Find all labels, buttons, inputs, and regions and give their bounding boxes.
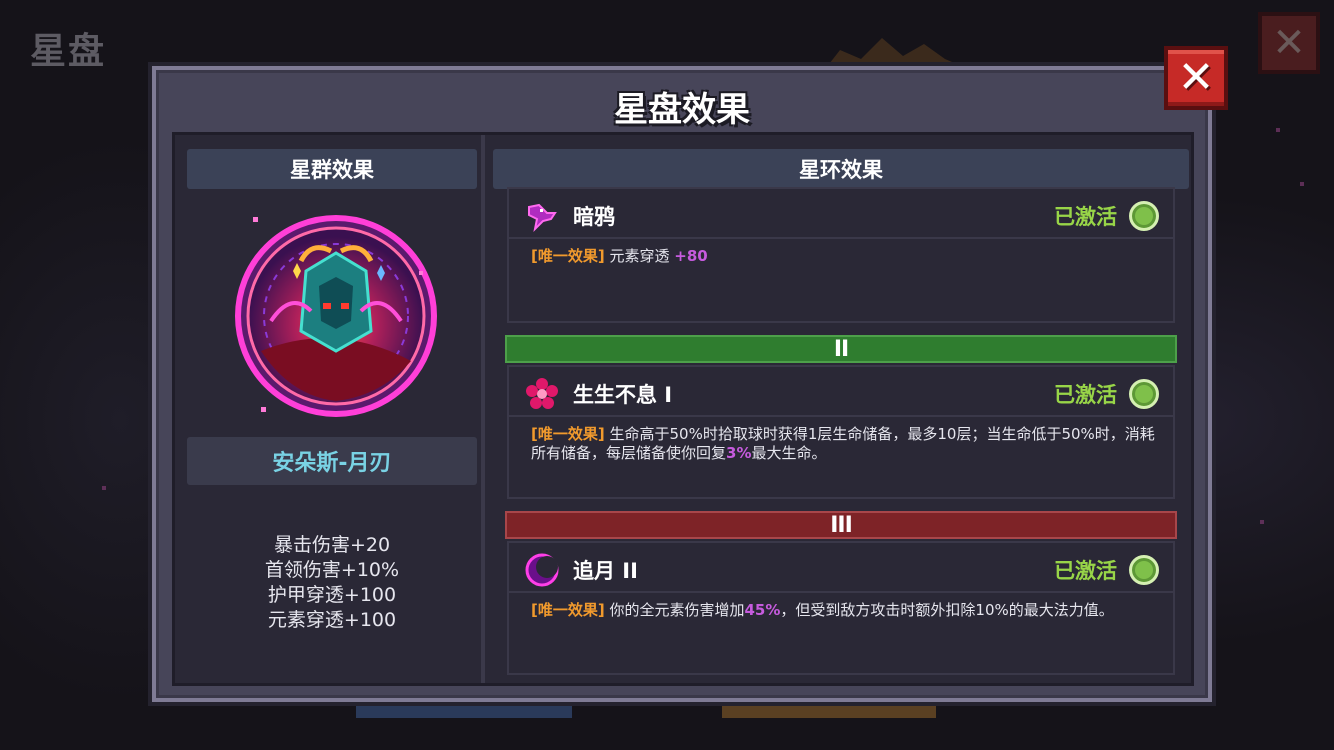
effect-description: [唯一效果] 你的全元素伤害增加45%，但受到敌方攻击时额外扣除10%的最大法力… [509,593,1173,620]
unique-effect-tag: [唯一效果] [531,601,605,619]
star-decoration [1300,182,1304,186]
constellation-emblem-icon [235,215,437,417]
effect-name: 追月 II [573,559,638,583]
divider [481,135,485,683]
card-header: 生生不息 I 已激活 [509,367,1173,417]
background-bar [356,704,572,718]
star-decoration [1276,128,1280,132]
background-close-button[interactable]: ✕ [1258,12,1320,74]
astrolabe-dialog: 星盘效果 星群效果 安朵斯-月刃 暴击伤害+20 首领伤害+10% 护甲穿透+1… [152,66,1212,702]
highlight-value: 3% [726,444,752,462]
ring-effect-header: 星环效果 [493,149,1189,189]
star-decoration [102,486,106,490]
effect-description: [唯一效果] 生命高于50%时拾取球时获得1层生命储备，最多10层；当生命低于5… [509,417,1173,463]
status-label: 已激活 [1054,559,1117,583]
stat-line: 暴击伤害+20 [273,534,391,556]
status-indicator-icon [1129,201,1159,231]
background-bar [722,704,936,718]
constellation-effect-header: 星群效果 [187,149,477,189]
raven-icon [528,203,557,233]
description-text: 你的全元素伤害增加 [604,601,745,619]
stat-line: 首领伤害+10% [264,559,400,581]
close-icon: ✕ [1177,52,1215,103]
dialog-body: 星群效果 安朵斯-月刃 暴击伤害+20 首领伤害+10% 护甲穿透+100 元素… [172,132,1194,686]
page-title: 星盘 [30,31,107,72]
effect-name: 暗鸦 [573,205,615,229]
stat-line: 护甲穿透+100 [267,584,397,606]
effect-description: [唯一效果] 元素穿透 +80 [509,239,1173,266]
constellation-stats: 暴击伤害+20 首领伤害+10% 护甲穿透+100 元素穿透+100 [187,533,477,633]
constellation-name: 安朵斯-月刃 [187,437,477,485]
flower-icon [526,378,558,409]
unique-effect-tag: [唯一效果] [531,247,605,265]
close-button[interactable]: ✕ [1164,46,1228,110]
highlight-value: +80 [674,247,708,265]
card-header: 暗鸦 已激活 [509,189,1173,239]
tier-divider-2: II [505,335,1177,363]
stat-line: 元素穿透+100 [267,609,397,631]
status-indicator-icon [1129,555,1159,585]
status-label: 已激活 [1054,205,1117,229]
tier-divider-3: III [505,511,1177,539]
dialog-title: 星盘效果 [614,90,750,130]
star-decoration [1260,520,1264,524]
status-label: 已激活 [1054,383,1117,407]
close-icon: ✕ [1272,20,1306,66]
status-indicator-icon [1129,379,1159,409]
crescent-moon-icon [525,553,559,587]
effect-card: 追月 II 已激活 [唯一效果] 你的全元素伤害增加45%，但受到敌方攻击时额外… [507,541,1175,675]
card-header: 追月 II 已激活 [509,543,1173,593]
description-text: 生命高于50%时拾取球时获得1层生命储备，最多10层；当生命低于50%时，消耗所… [531,425,1155,462]
effect-card: 生生不息 I 已激活 [唯一效果] 生命高于50%时拾取球时获得1层生命储备，最… [507,365,1175,499]
description-text: ，但受到敌方攻击时额外扣除10%的最大法力值。 [780,601,1114,619]
unique-effect-tag: [唯一效果] [531,425,605,443]
highlight-value: 45% [744,601,781,619]
description-text: 元素穿透 [604,247,675,265]
effect-card: 暗鸦 已激活 [唯一效果] 元素穿透 +80 [507,187,1175,323]
description-text: 最大生命。 [751,444,827,462]
effect-name: 生生不息 I [573,383,673,407]
